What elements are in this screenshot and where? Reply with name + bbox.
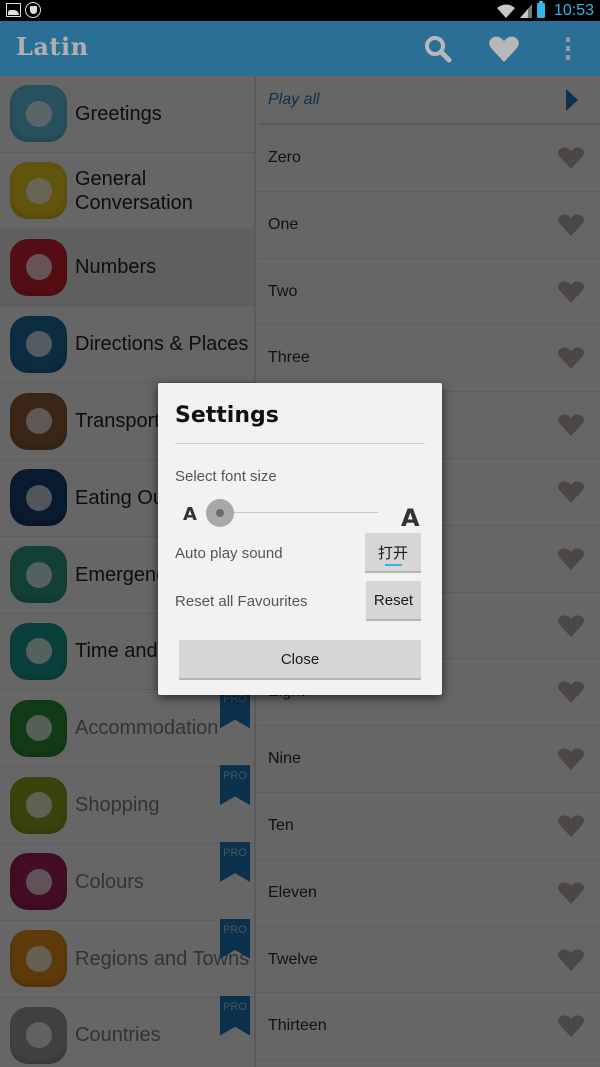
overflow-menu-icon[interactable] (552, 33, 584, 65)
toggle-on-indicator (385, 564, 402, 566)
font-size-slider-track[interactable] (220, 512, 378, 513)
font-size-label: Select font size (175, 468, 277, 485)
clock-time: 10:53 (553, 1, 594, 19)
settings-dialog: Settings Select font size A A Auto play … (158, 383, 442, 695)
search-icon[interactable] (422, 33, 454, 65)
screen: 10:53 Latin GreetingsGeneral Conversatio… (0, 0, 600, 1067)
auto-play-toggle-label: 打开 (377, 544, 408, 562)
signal-icon (519, 3, 532, 18)
dialog-divider (175, 443, 425, 444)
close-button[interactable]: Close (179, 640, 421, 680)
font-small-icon: A (183, 504, 197, 525)
auto-play-label: Auto play sound (175, 545, 283, 562)
font-size-slider-thumb[interactable] (206, 499, 234, 527)
reset-button[interactable]: Reset (366, 581, 421, 621)
app-title: Latin (16, 32, 89, 61)
battery-icon (536, 1, 545, 18)
wifi-icon (496, 4, 515, 18)
image-icon (6, 3, 21, 17)
shield-icon (25, 2, 41, 18)
action-bar: Latin (0, 21, 600, 76)
font-large-icon: A (401, 504, 420, 532)
favorites-heart-icon[interactable] (488, 33, 520, 65)
auto-play-toggle[interactable]: 打开 (365, 533, 421, 573)
reset-favourites-label: Reset all Favourites (175, 593, 308, 610)
status-bar: 10:53 (0, 0, 600, 21)
dialog-title: Settings (175, 403, 279, 428)
